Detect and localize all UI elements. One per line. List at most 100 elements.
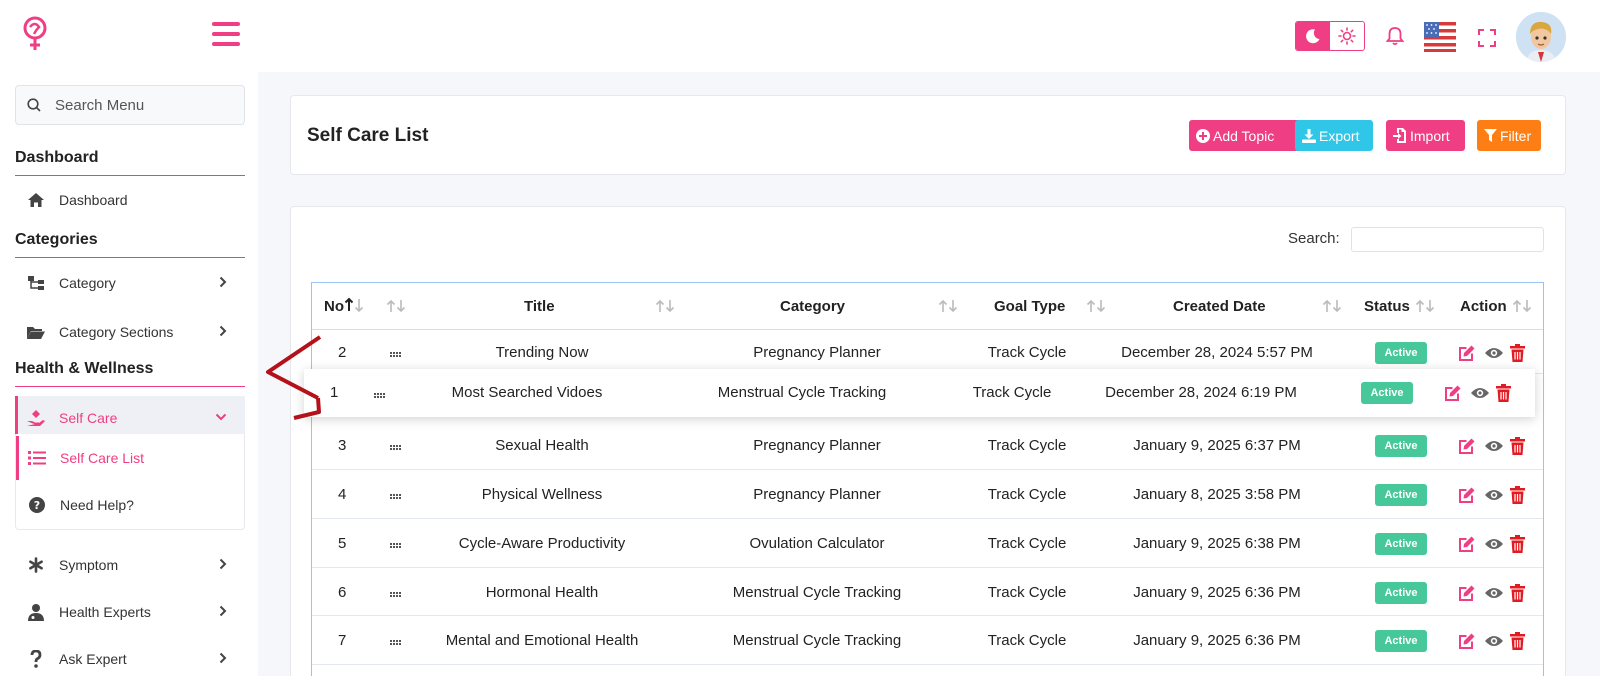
trash-icon[interactable] [1510,632,1525,650]
eye-icon[interactable] [1484,488,1504,502]
drag-handle-icon[interactable] [390,445,401,450]
bell-icon[interactable] [1386,26,1404,46]
plus-circle-icon [1196,128,1213,143]
export-button[interactable]: Export [1295,120,1373,151]
table-row[interactable]: 5 Cycle-Aware Productivity Ovulation Cal… [312,519,1543,568]
edit-icon[interactable] [1458,535,1476,553]
edit-icon[interactable] [1444,384,1462,402]
fullscreen-icon[interactable] [1478,29,1496,47]
status-badge: Active [1375,533,1427,555]
import-button[interactable]: Import [1386,120,1465,151]
cell-goal-type: Track Cycle [987,535,1067,552]
table-header: No Title Category Goal Type Created Date… [312,283,1543,330]
theme-toggle[interactable] [1295,21,1365,51]
cell-created-date: January 9, 2025 6:36 PM [1133,584,1301,601]
status-badge: Active [1375,435,1427,457]
edit-icon[interactable] [1458,584,1476,602]
column-header-status[interactable]: Status [1364,298,1410,315]
sort-icon[interactable] [386,299,408,313]
cell-no: 6 [338,584,347,601]
edit-icon[interactable] [1458,344,1476,362]
table-row-dragging[interactable]: 1 Most Searched Vidoes Menstrual Cycle T… [304,369,1535,417]
add-topic-button[interactable]: Add Topic [1189,120,1311,151]
table-search-input[interactable] [1351,227,1544,252]
eye-icon[interactable] [1484,346,1504,360]
self-care-table: No Title Category Goal Type Created Date… [304,282,1544,676]
sidebar-item-category-sections[interactable]: Category Sections [15,310,245,354]
eye-icon[interactable] [1484,586,1504,600]
cell-no: 4 [338,486,347,503]
eye-icon[interactable] [1484,537,1504,551]
column-header-created-date[interactable]: Created Date [1173,298,1266,315]
section-title-categories: Categories [15,231,245,258]
folder-open-icon [25,325,47,340]
cell-title: Trending Now [495,344,589,361]
trash-icon[interactable] [1510,535,1525,553]
trash-icon[interactable] [1510,584,1525,602]
sort-icon[interactable] [1512,299,1534,313]
sidebar-item-self-care-list[interactable]: Self Care List [16,436,244,480]
sidebar-item-dashboard[interactable]: Dashboard [15,178,245,222]
sort-icon[interactable] [1086,299,1108,313]
drag-annotation-arrow [262,334,322,420]
sort-asc-icon[interactable] [344,297,366,313]
cell-no: 5 [338,535,347,552]
column-header-category[interactable]: Category [780,298,845,315]
eye-icon[interactable] [1470,386,1490,400]
hand-heart-icon [25,409,47,427]
eye-icon[interactable] [1484,634,1504,648]
filter-icon [1484,129,1500,142]
page-title: Self Care List [307,125,429,146]
us-flag-icon[interactable] [1424,22,1456,52]
search-menu-input[interactable] [55,96,225,114]
table-row[interactable]: 4 Physical Wellness Pregnancy Planner Tr… [312,470,1543,519]
drag-handle-icon[interactable] [390,352,401,357]
dark-mode-button[interactable] [1296,22,1330,50]
trash-icon[interactable] [1510,344,1525,362]
menu-toggle-button[interactable] [212,22,240,46]
table-row[interactable]: 3 Sexual Health Pregnancy Planner Track … [312,421,1543,470]
light-mode-button[interactable] [1330,22,1364,50]
edit-icon[interactable] [1458,486,1476,504]
sidebar-item-health-experts[interactable]: Health Experts [15,590,245,634]
chevron-right-icon [219,605,227,617]
sort-icon[interactable] [1322,299,1344,313]
trash-icon[interactable] [1510,437,1525,455]
sidebar-item-label: Need Help? [60,497,134,513]
edit-icon[interactable] [1458,437,1476,455]
logo-row [0,0,258,72]
sort-icon[interactable] [938,299,960,313]
edit-icon[interactable] [1458,632,1476,650]
table-row[interactable]: 2 Trending Now Pregnancy Planner Track C… [312,330,1543,374]
table-row[interactable]: 6 Hormonal Health Menstrual Cycle Tracki… [312,568,1543,616]
sort-icon[interactable] [1415,299,1437,313]
drag-handle-icon[interactable] [390,640,401,645]
app-logo[interactable] [22,16,48,52]
column-header-no[interactable]: No [324,298,344,315]
trash-icon[interactable] [1496,384,1511,402]
sidebar-item-label: Category [59,275,116,291]
eye-icon[interactable] [1484,439,1504,453]
chevron-right-icon [219,652,227,664]
column-header-title[interactable]: Title [524,298,555,315]
status-badge: Active [1375,630,1427,652]
drag-handle-icon[interactable] [390,494,401,499]
cell-category: Pregnancy Planner [753,344,881,361]
sidebar-item-ask-expert[interactable]: Ask Expert [15,637,245,676]
column-header-goal-type[interactable]: Goal Type [994,298,1065,315]
sidebar-item-symptom[interactable]: Symptom [15,543,245,587]
sidebar-item-need-help[interactable]: ? Need Help? [16,483,244,527]
user-avatar[interactable] [1516,12,1566,62]
sidebar-item-category[interactable]: Category [15,261,245,305]
drag-handle-icon[interactable] [390,543,401,548]
sort-icon[interactable] [655,299,677,313]
drag-handle-icon[interactable] [390,592,401,597]
sun-icon [1338,27,1356,45]
trash-icon[interactable] [1510,486,1525,504]
filter-button[interactable]: Filter [1477,120,1541,151]
drag-handle-icon[interactable] [374,393,385,398]
svg-text:?: ? [34,499,40,512]
cell-title: Sexual Health [495,437,589,454]
table-row[interactable]: 7 Mental and Emotional Health Menstrual … [312,616,1543,665]
cell-no: 1 [330,384,339,401]
